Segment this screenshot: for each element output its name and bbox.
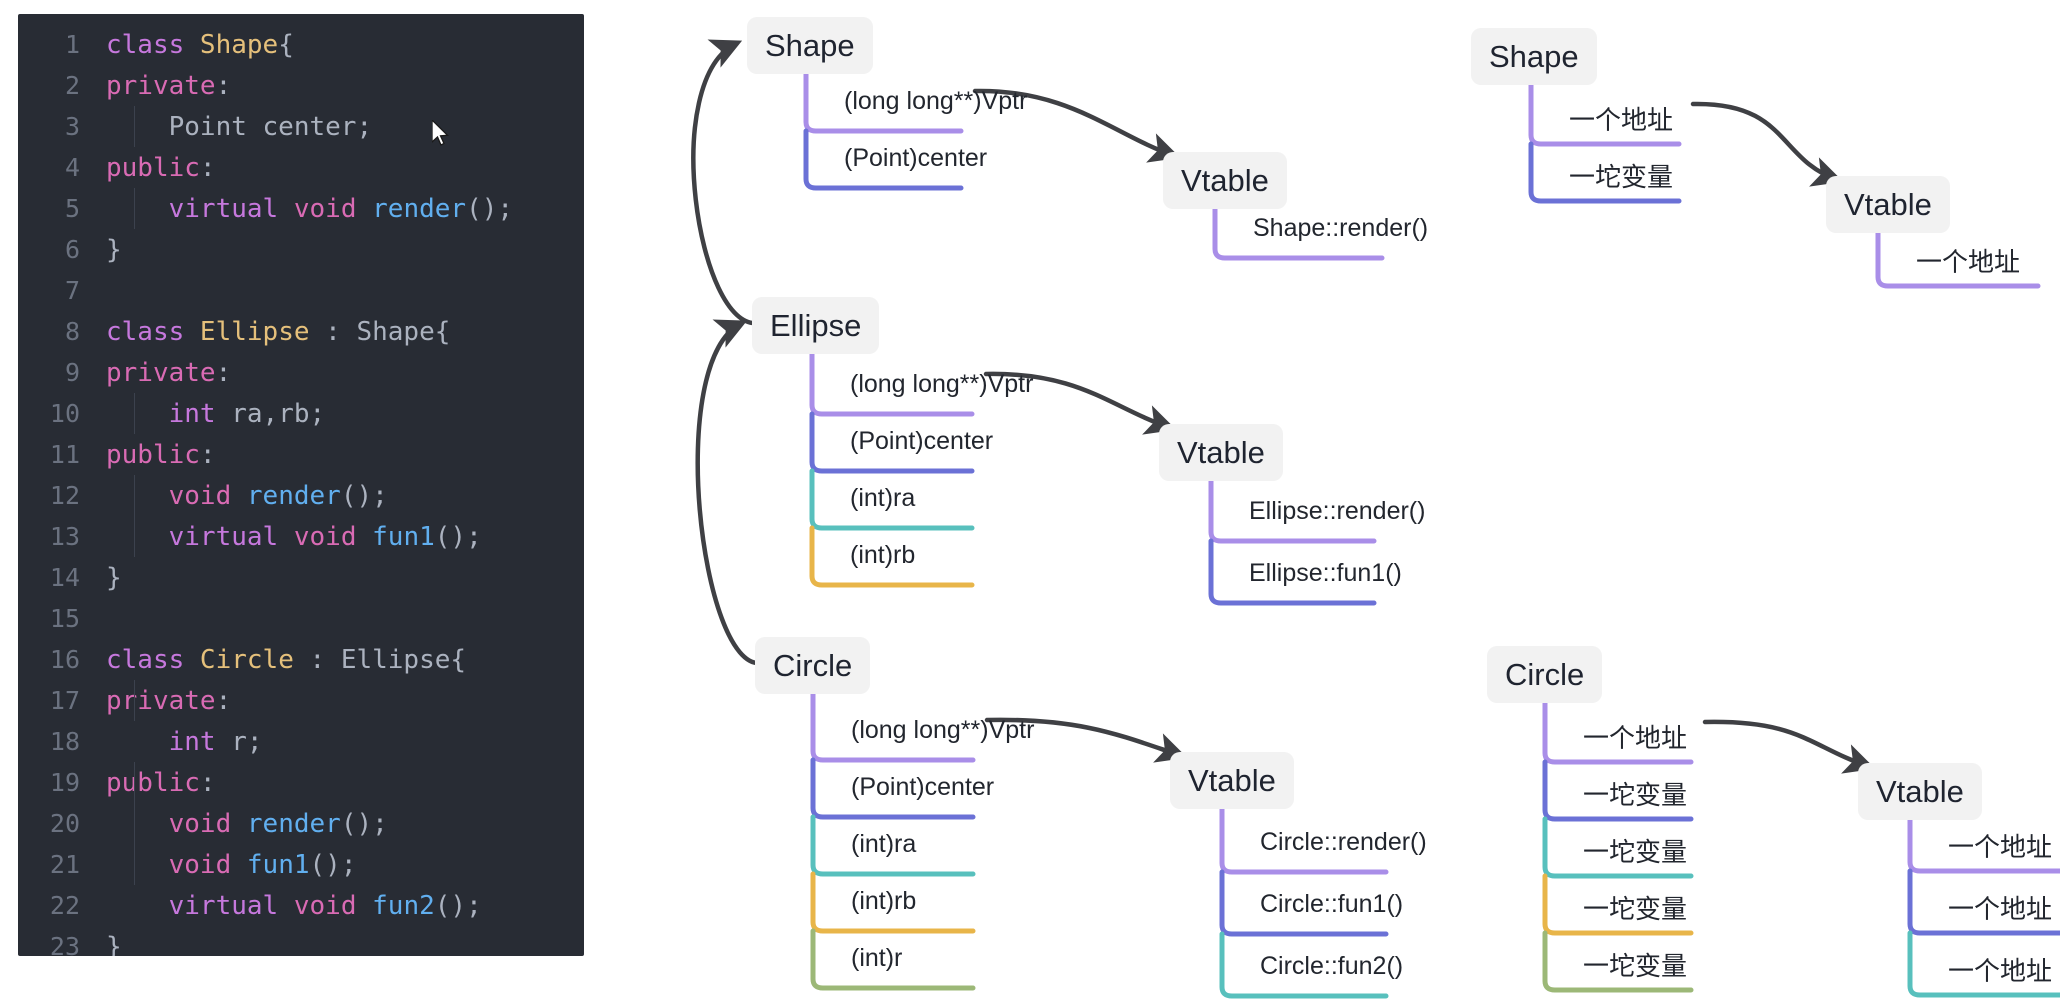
object-node-circle-abstract[interactable]: Circle xyxy=(1487,646,1603,703)
field-label-circle-typed-3: (int)rb xyxy=(851,887,917,915)
field-label-circle-abstract-0: 一个地址 xyxy=(1583,723,1688,753)
vtable-entry-label-ellipse-typed-0: Ellipse::render() xyxy=(1249,497,1426,525)
vtable-entry-label-circle-abstract-2: 一个地址 xyxy=(1948,956,2053,986)
field-label-circle-abstract-4: 一坨变量 xyxy=(1583,951,1688,981)
vtable-entry-label-shape-abstract-0: 一个地址 xyxy=(1916,247,2021,277)
field-label-ellipse-typed-2: (int)ra xyxy=(850,484,916,512)
field-label-circle-typed-1: (Point)center xyxy=(851,773,995,801)
vtable-entry-label-circle-abstract-0: 一个地址 xyxy=(1948,832,2053,862)
object-node-circle-typed[interactable]: Circle xyxy=(755,637,871,694)
field-label-ellipse-typed-0: (long long**)Vptr xyxy=(850,370,1034,398)
object-node-shape-abstract[interactable]: Shape xyxy=(1471,28,1597,85)
field-label-circle-typed-0: (long long**)Vptr xyxy=(851,716,1035,744)
vtable-entry-label-shape-typed-0: Shape::render() xyxy=(1253,214,1429,242)
field-label-circle-abstract-3: 一坨变量 xyxy=(1583,894,1688,924)
diagram-label-layer: Shape (long long**)Vptr (Point)center Vtabl… xyxy=(0,0,2060,1003)
vtable-node-ellipse-typed[interactable]: Vtable xyxy=(1159,424,1283,481)
vtable-entry-label-circle-typed-0: Circle::render() xyxy=(1260,828,1427,856)
vtable-node-shape-abstract[interactable]: Vtable xyxy=(1826,176,1950,233)
object-node-ellipse-typed[interactable]: Ellipse xyxy=(752,297,880,354)
field-label-shape-abstract-1: 一坨变量 xyxy=(1569,162,1674,192)
vtable-entry-label-circle-abstract-1: 一个地址 xyxy=(1948,894,2053,924)
vtable-entry-label-circle-typed-2: Circle::fun2() xyxy=(1260,952,1404,980)
vtable-node-circle-typed[interactable]: Vtable xyxy=(1170,752,1294,809)
vtable-entry-label-ellipse-typed-1: Ellipse::fun1() xyxy=(1249,559,1402,587)
vtable-entry-label-circle-typed-1: Circle::fun1() xyxy=(1260,890,1404,918)
field-label-ellipse-typed-1: (Point)center xyxy=(850,427,994,455)
field-label-circle-abstract-2: 一坨变量 xyxy=(1583,837,1688,867)
vtable-node-circle-abstract[interactable]: Vtable xyxy=(1858,763,1982,820)
field-label-shape-abstract-0: 一个地址 xyxy=(1569,105,1674,135)
field-label-circle-typed-4: (int)r xyxy=(851,944,903,972)
field-label-circle-abstract-1: 一坨变量 xyxy=(1583,780,1688,810)
field-label-shape-typed-0: (long long**)Vptr xyxy=(844,87,1028,115)
field-label-shape-typed-1: (Point)center xyxy=(844,144,988,172)
field-label-ellipse-typed-3: (int)rb xyxy=(850,541,916,569)
field-label-circle-typed-2: (int)ra xyxy=(851,830,917,858)
object-node-shape-typed[interactable]: Shape xyxy=(747,17,873,74)
vtable-node-shape-typed[interactable]: Vtable xyxy=(1163,152,1287,209)
